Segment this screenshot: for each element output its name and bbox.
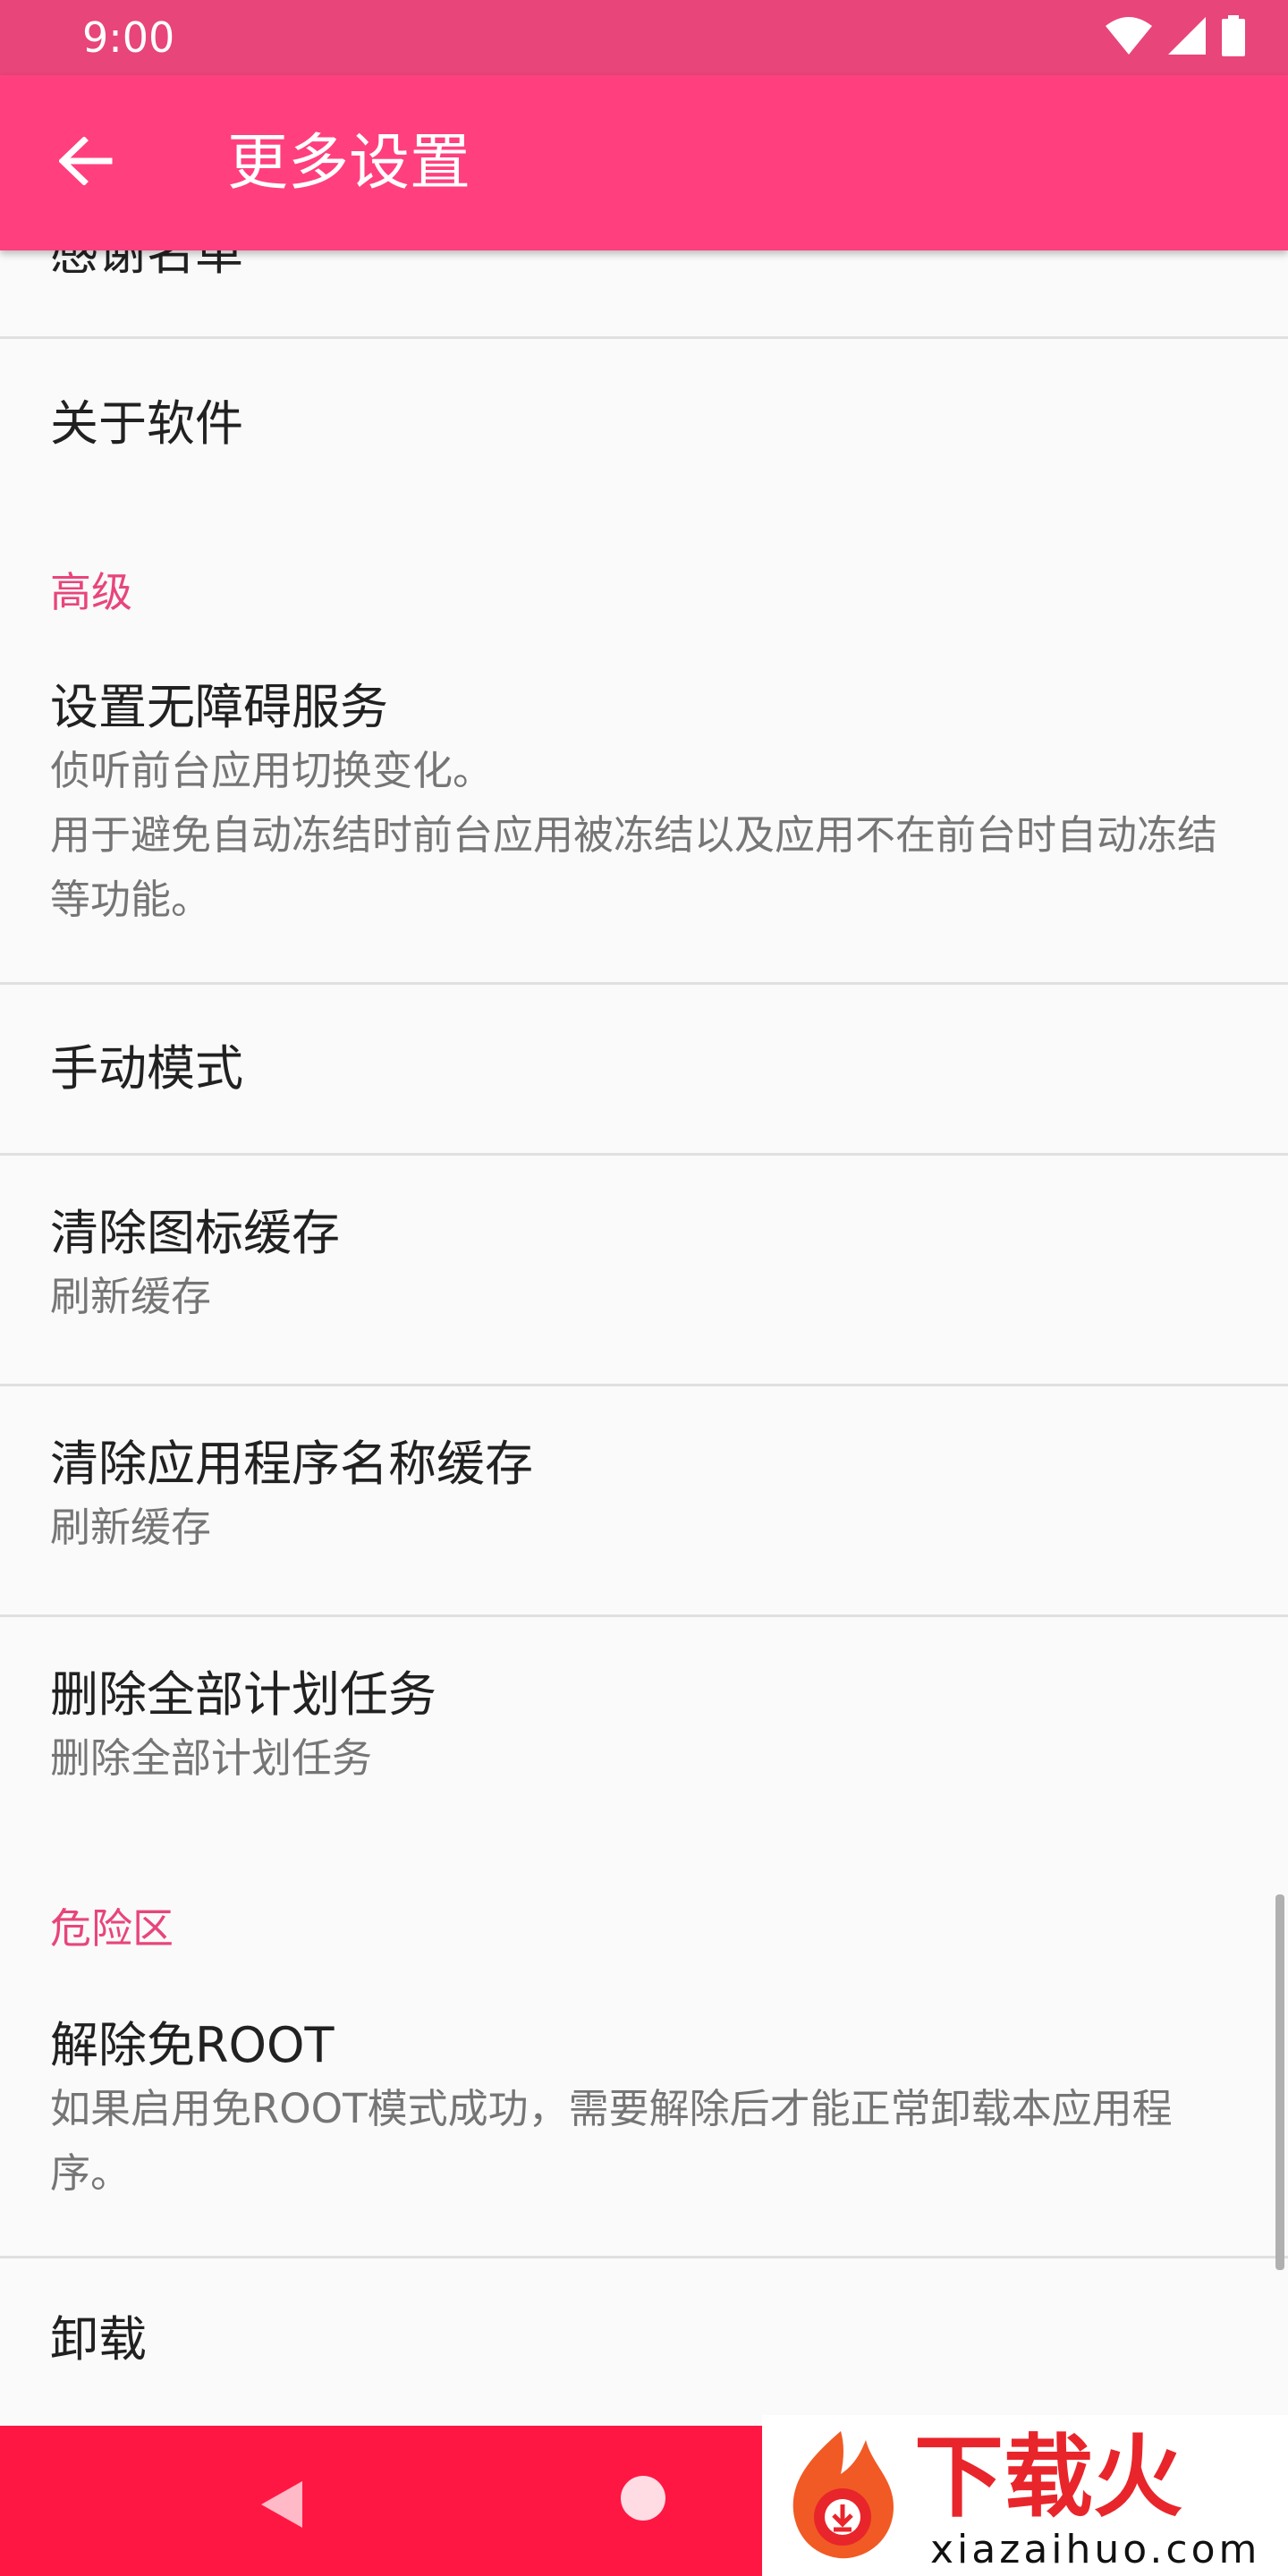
pref-manual-mode-title: 手动模式 (50, 1040, 243, 1097)
pref-uninstall-title: 卸载 (50, 2311, 147, 2368)
triangle-back-icon (256, 2481, 306, 2535)
pref-clear-app-name-cache-summary: 刷新缓存 (50, 1504, 212, 1551)
pref-clear-app-name-cache-title: 清除应用程序名称缓存 (50, 1436, 533, 1492)
category-danger-zone: 危险区 (50, 1904, 174, 1953)
signal-icon (1168, 17, 1206, 58)
pref-accessibility-title: 设置无障碍服务 (50, 679, 388, 735)
pref-accessibility-summary: 侦听前台应用切换变化。 用于避免自动冻结时前台应用被冻结以及应用不在前台时自动冻… (50, 747, 1218, 923)
pref-clear-app-name-cache[interactable]: 清除应用程序名称缓存 刷新缓存 (0, 1386, 1288, 1615)
pref-remove-rootless-title: 解除免ROOT (50, 2017, 335, 2073)
page-title: 更多设置 (227, 128, 471, 199)
status-bar: 9:00 (0, 0, 1288, 75)
pref-clear-icon-cache-title: 清除图标缓存 (50, 1205, 340, 1261)
pref-delete-all-tasks[interactable]: 删除全部计划任务 删除全部计划任务 (0, 1617, 1288, 1832)
pref-manual-mode[interactable]: 手动模式 (0, 985, 1288, 1153)
battery-icon (1222, 15, 1245, 60)
status-icons (1106, 15, 1245, 60)
watermark: 下载火 xiazaihuo.com (762, 2415, 1288, 2576)
back-button[interactable] (50, 127, 122, 199)
pref-clear-icon-cache-summary: 刷新缓存 (50, 1273, 212, 1320)
wifi-icon (1106, 17, 1152, 58)
nav-back-button[interactable] (256, 2478, 306, 2535)
pref-about-title: 关于软件 (50, 395, 243, 452)
pref-remove-rootless[interactable]: 解除免ROOT 如果启用免ROOT模式成功，需要解除后才能正常卸载本应用程序。 (0, 1986, 1288, 2256)
app-bar: 更多设置 (0, 75, 1288, 250)
settings-list: 感谢名单 关于软件 高级 设置无障碍服务 侦听前台应用切换变化。 用于避免自动冻… (0, 0, 1288, 2426)
pref-clear-icon-cache[interactable]: 清除图标缓存 刷新缓存 (0, 1156, 1288, 1385)
nav-home-button[interactable] (621, 2476, 665, 2521)
flame-logo-icon (778, 2428, 903, 2565)
pref-accessibility-service[interactable]: 设置无障碍服务 侦听前台应用切换变化。 用于避免自动冻结时前台应用被冻结以及应用… (0, 644, 1288, 982)
arrow-left-icon (57, 136, 113, 189)
watermark-url: xiazaihuo.com (930, 2527, 1261, 2572)
category-advanced: 高级 (50, 568, 132, 616)
pref-delete-all-tasks-title: 删除全部计划任务 (50, 1666, 436, 1723)
pref-uninstall[interactable]: 卸载 (0, 2258, 1288, 2426)
pref-about[interactable]: 关于软件 (0, 339, 1288, 509)
watermark-text: 下载火 (914, 2425, 1182, 2529)
scrollbar[interactable] (1275, 1894, 1284, 2270)
pref-delete-all-tasks-summary: 删除全部计划任务 (50, 1734, 373, 1782)
pref-remove-rootless-summary: 如果启用免ROOT模式成功，需要解除后才能正常卸载本应用程序。 (50, 2085, 1173, 2197)
status-time: 9:00 (82, 13, 175, 62)
